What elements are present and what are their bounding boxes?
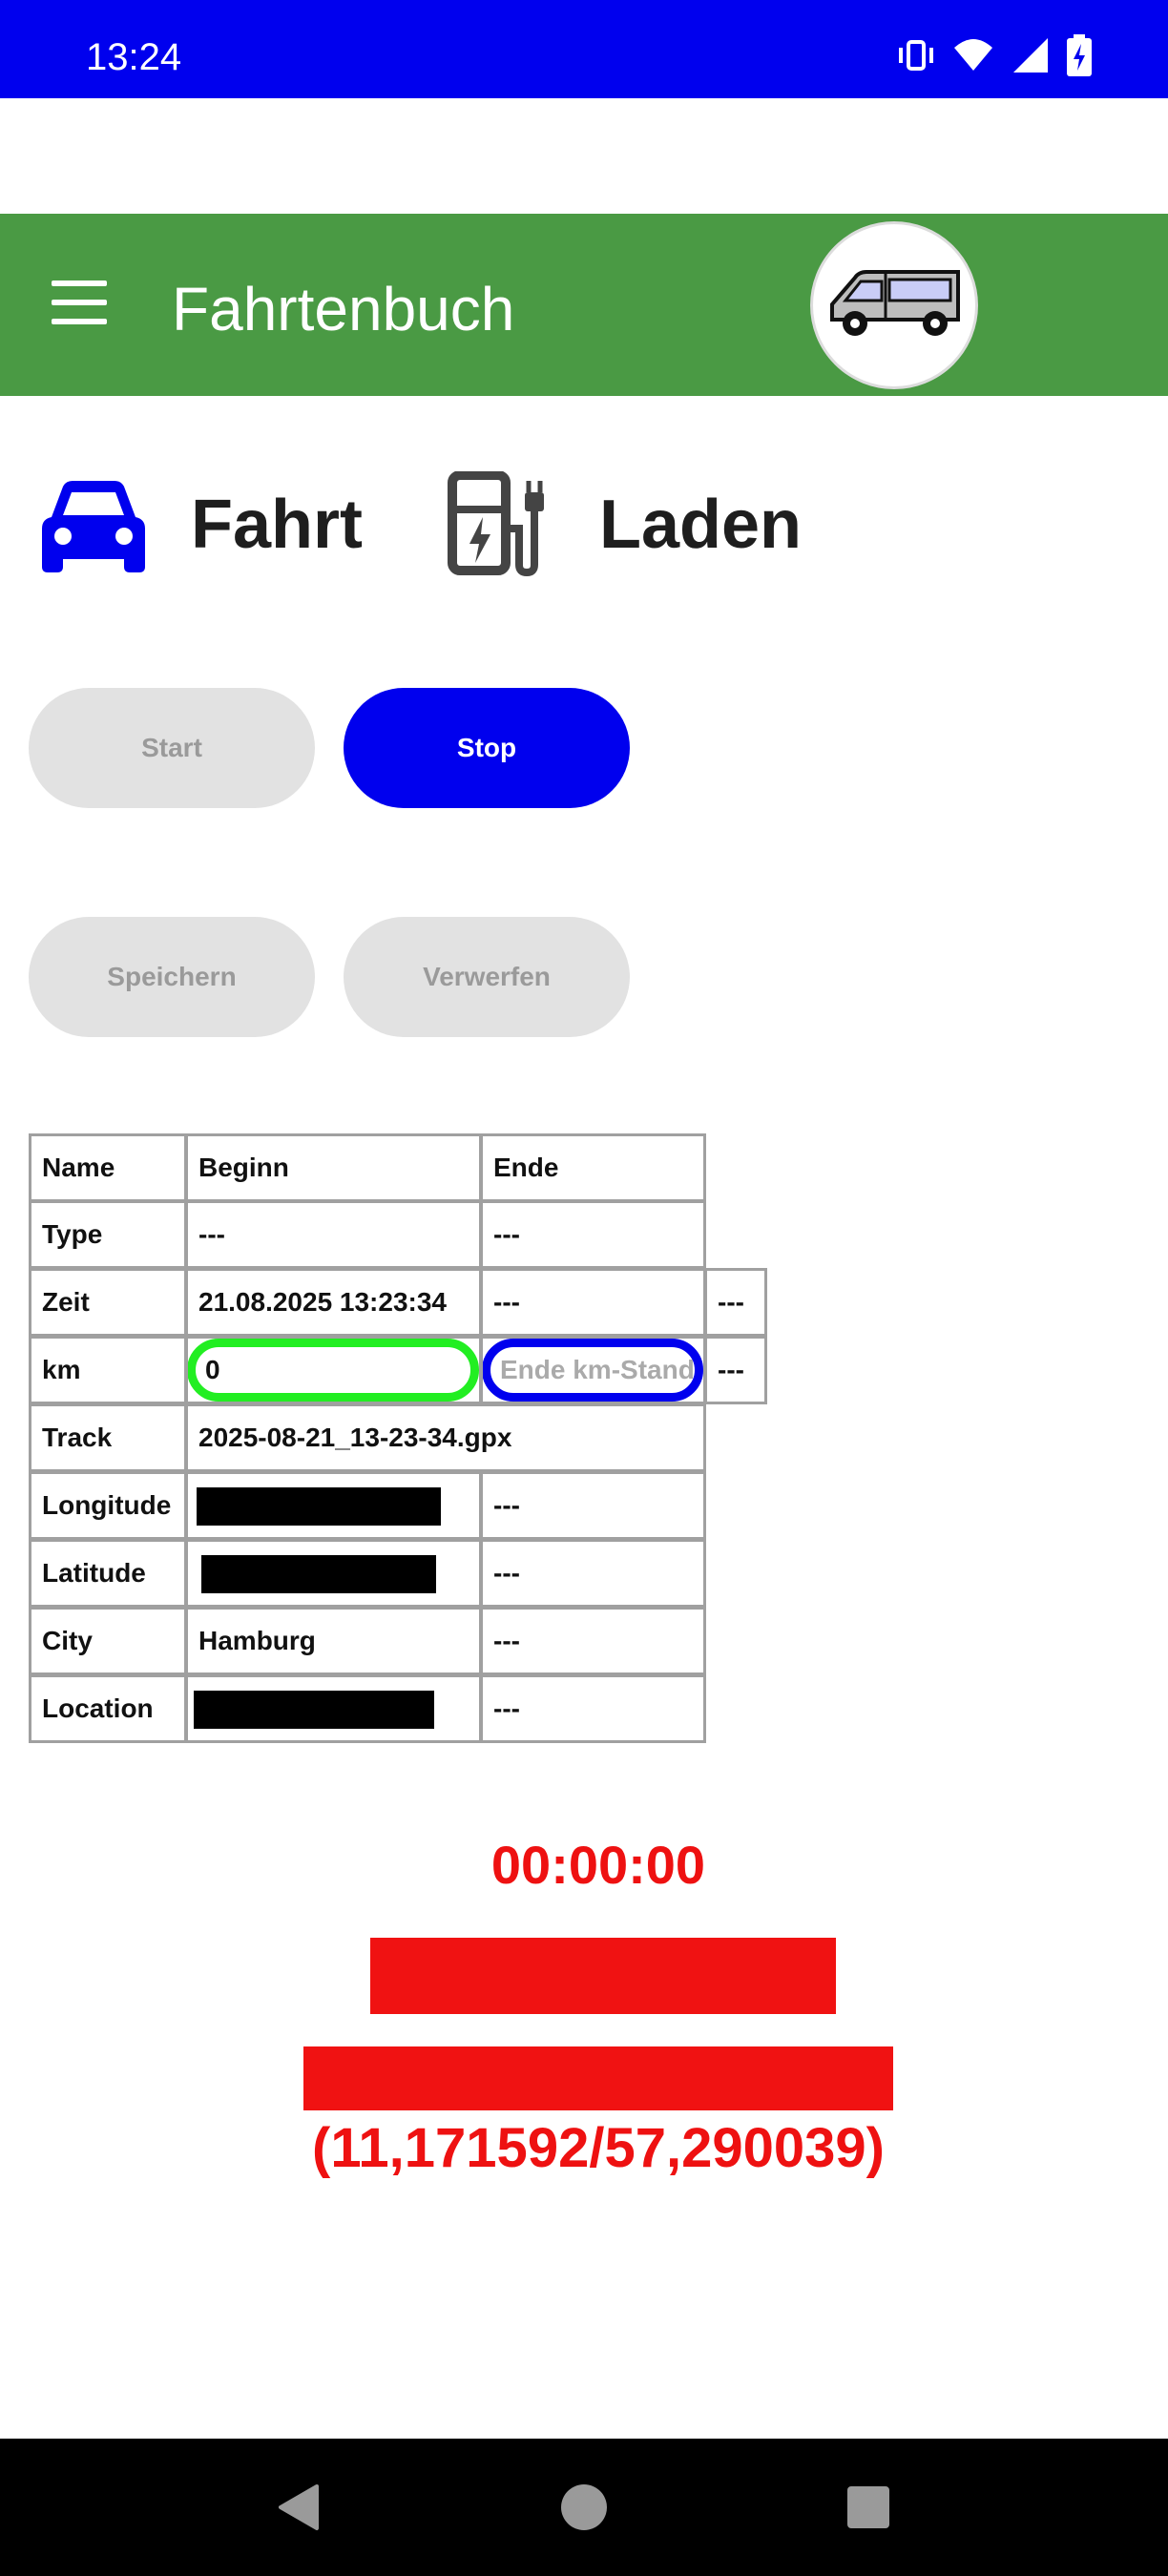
- location-end: ---: [480, 1674, 706, 1743]
- mode-selector: Fahrt Laden: [0, 458, 1168, 592]
- stop-button[interactable]: Stop: [344, 688, 630, 808]
- latitude-begin: [185, 1539, 482, 1608]
- city-end: ---: [480, 1607, 706, 1675]
- zeit-end: ---: [480, 1268, 706, 1337]
- km-begin-cell: [185, 1336, 482, 1404]
- type-end: ---: [480, 1200, 706, 1269]
- save-button[interactable]: Speichern: [29, 917, 315, 1037]
- recents-icon[interactable]: [802, 2439, 935, 2576]
- navigation-bar: [0, 2439, 1168, 2576]
- mode-charge-label: Laden: [599, 487, 803, 563]
- type-begin: ---: [185, 1200, 482, 1269]
- row-label-city: City: [29, 1607, 187, 1675]
- vibrate-icon: [897, 36, 935, 79]
- row-label-type: Type: [29, 1200, 187, 1269]
- km-end-cell: [480, 1336, 706, 1404]
- latitude-end: ---: [480, 1539, 706, 1608]
- redacted-red-block: [303, 2046, 893, 2110]
- avatar[interactable]: [810, 221, 978, 389]
- location-begin: [185, 1674, 482, 1743]
- table-header-end: Ende: [480, 1133, 706, 1202]
- status-time: 13:24: [86, 36, 182, 78]
- app-bar: Fahrtenbuch: [0, 214, 1168, 396]
- redacted-block: [201, 1555, 436, 1593]
- hamburger-menu-icon[interactable]: [52, 280, 107, 330]
- zeit-begin: 21.08.2025 13:23:34: [185, 1268, 482, 1337]
- track-filename: 2025-08-21_13-23-34.gpx: [185, 1403, 706, 1472]
- start-button[interactable]: Start: [29, 688, 315, 808]
- ev-charger-icon: [448, 471, 544, 577]
- mode-drive[interactable]: Fahrt: [38, 458, 363, 592]
- elapsed-timer: 00:00:00: [490, 1835, 706, 1895]
- zeit-extra: ---: [704, 1268, 767, 1337]
- longitude-end: ---: [480, 1471, 706, 1540]
- table-header-begin: Beginn: [185, 1133, 482, 1202]
- row-label-track: Track: [29, 1403, 187, 1472]
- mode-charge[interactable]: Laden: [447, 458, 802, 592]
- back-icon[interactable]: [232, 2439, 365, 2576]
- app-title: Fahrtenbuch: [172, 275, 515, 343]
- battery-charging-icon: [1067, 34, 1092, 81]
- discard-button[interactable]: Verwerfen: [344, 917, 630, 1037]
- row-label-latitude: Latitude: [29, 1539, 187, 1608]
- wifi-icon: [952, 36, 994, 79]
- row-label-zeit: Zeit: [29, 1268, 187, 1337]
- redacted-red-block: [370, 1938, 836, 2014]
- longitude-begin: [185, 1471, 482, 1540]
- van-icon: [830, 270, 960, 336]
- status-bar: 13:24: [0, 0, 1168, 98]
- row-label-location: Location: [29, 1674, 187, 1743]
- row-label-longitude: Longitude: [29, 1471, 187, 1540]
- home-icon[interactable]: [517, 2439, 651, 2576]
- km-end-input[interactable]: [483, 1339, 703, 1402]
- signal-icon: [1012, 36, 1050, 79]
- km-begin-input[interactable]: [188, 1339, 479, 1402]
- km-extra: ---: [704, 1336, 767, 1404]
- redacted-block: [194, 1691, 434, 1729]
- row-label-km: km: [29, 1336, 187, 1404]
- car-icon: [42, 481, 145, 572]
- city-begin: Hamburg: [185, 1607, 482, 1675]
- table-header-name: Name: [29, 1133, 187, 1202]
- mode-drive-label: Fahrt: [191, 487, 363, 563]
- coordinates-text: (11,171592/57,290039): [312, 2117, 885, 2179]
- redacted-block: [197, 1487, 441, 1526]
- status-icons: [897, 34, 1092, 81]
